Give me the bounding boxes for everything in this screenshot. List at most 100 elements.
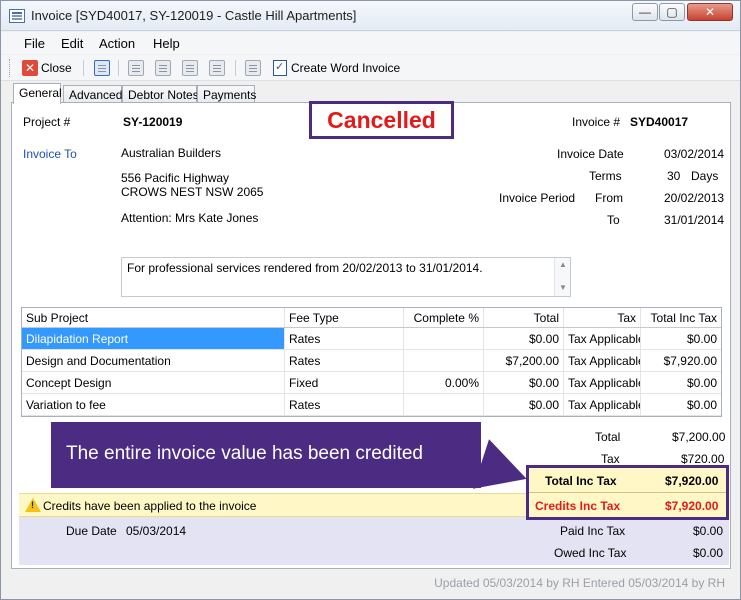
sub-project-grid: Sub Project Fee Type Complete % Total Ta… (21, 307, 722, 417)
complete-cell[interactable] (404, 350, 484, 371)
minimize-button[interactable]: — (632, 3, 658, 21)
due-date-value: 05/03/2014 (126, 524, 187, 538)
fee-type-cell[interactable]: Rates (285, 394, 404, 415)
due-date-label: Due Date (66, 524, 117, 538)
address-line-2: CROWS NEST NSW 2065 (121, 185, 264, 199)
tax-cell[interactable]: Tax Applicable (564, 350, 641, 371)
total-label: Total (595, 430, 621, 444)
credits-inc-tax-label: Credits Inc Tax (535, 499, 621, 513)
address-line-1: 556 Pacific Highway (121, 171, 230, 185)
terms-unit: Days (691, 169, 719, 183)
tax-label: Tax (601, 452, 620, 466)
total-cell[interactable]: $7,200.00 (484, 350, 564, 371)
fee-type-cell[interactable]: Fixed (285, 372, 404, 393)
complete-cell[interactable] (404, 328, 484, 349)
tax-value: $720.00 (681, 452, 725, 466)
column-header-fee-type[interactable]: Fee Type (285, 308, 404, 327)
column-header-complete[interactable]: Complete % (404, 308, 484, 327)
paid-inc-tax-value: $0.00 (693, 524, 724, 538)
report-detail-icon[interactable] (155, 60, 171, 76)
column-header-tax[interactable]: Tax (564, 308, 641, 327)
create-word-invoice-button[interactable]: Create Word Invoice (291, 61, 400, 75)
total-inc-tax-cell[interactable]: $7,920.00 (641, 350, 721, 371)
tab-general[interactable]: General (13, 83, 62, 104)
menu-help[interactable]: Help (153, 36, 180, 51)
column-header-total[interactable]: Total (484, 308, 564, 327)
total-inc-tax-cell[interactable]: $0.00 (641, 394, 721, 415)
period-to-label: To (607, 213, 620, 227)
toolbar-grip (9, 59, 12, 77)
tab-debtor-notes[interactable]: Debtor Notes (122, 85, 199, 103)
description-scrollbar[interactable]: ▲ ▼ (554, 258, 570, 296)
audit-status-text: Updated 05/03/2014 by RH Entered 05/03/2… (434, 576, 725, 590)
tab-advanced[interactable]: Advanced (63, 85, 122, 103)
toolbar-separator (118, 60, 119, 76)
menu-file[interactable]: File (24, 36, 45, 51)
complete-cell[interactable]: 0.00% (404, 372, 484, 393)
close-button[interactable]: Close (41, 61, 72, 75)
invoice-number-label: Invoice # (572, 115, 621, 129)
sub-project-cell[interactable]: Concept Design (22, 372, 285, 393)
owed-inc-tax-label: Owed Inc Tax (554, 546, 627, 560)
sub-project-cell[interactable]: Design and Documentation (22, 350, 285, 371)
window-close-button[interactable]: ✕ (687, 3, 733, 21)
credits-notice-text: Credits have been applied to the invoice (43, 499, 257, 513)
total-cell[interactable]: $0.00 (484, 394, 564, 415)
invoice-window: Invoice [SYD40017, SY-120019 - Castle Hi… (0, 0, 741, 600)
menu-edit[interactable]: Edit (61, 36, 83, 51)
column-header-sub-project[interactable]: Sub Project (22, 308, 285, 327)
description-textarea[interactable]: For professional services rendered from … (121, 257, 571, 297)
invoice-to-link[interactable]: Invoice To (23, 147, 77, 161)
table-row[interactable]: Design and Documentation Rates $7,200.00… (22, 350, 721, 372)
client-name: Australian Builders (121, 146, 222, 160)
column-header-total-inc-tax[interactable]: Total Inc Tax (641, 308, 721, 327)
total-cell[interactable]: $0.00 (484, 372, 564, 393)
table-icon[interactable] (94, 60, 110, 76)
project-number: SY-120019 (123, 115, 183, 129)
terms-label: Terms (589, 169, 622, 183)
maximize-button[interactable]: ▢ (659, 3, 685, 21)
table-row[interactable]: Dilapidation Report Rates $0.00 Tax Appl… (22, 328, 721, 350)
report-icon[interactable] (128, 60, 144, 76)
project-label: Project # (23, 115, 71, 129)
total-cell[interactable]: $0.00 (484, 328, 564, 349)
window-title: Invoice [SYD40017, SY-120019 - Castle Hi… (31, 8, 357, 23)
total-inc-tax-cell[interactable]: $0.00 (641, 328, 721, 349)
totals-divider (529, 492, 726, 493)
menu-bar: File Edit Action Help (1, 32, 740, 54)
table-row[interactable]: Concept Design Fixed 0.00% $0.00 Tax App… (22, 372, 721, 394)
close-icon[interactable]: ✕ (22, 60, 38, 76)
paid-inc-tax-label: Paid Inc Tax (560, 524, 626, 538)
sub-project-cell[interactable]: Variation to fee (22, 394, 285, 415)
total-inc-tax-cell[interactable]: $0.00 (641, 372, 721, 393)
attention-line: Attention: Mrs Kate Jones (121, 211, 259, 225)
credits-notice: ! Credits have been applied to the invoi… (19, 493, 529, 517)
scroll-up-icon[interactable]: ▲ (559, 260, 567, 269)
sub-project-cell[interactable]: Dilapidation Report (22, 328, 285, 349)
word-icon[interactable] (273, 60, 287, 76)
table-row[interactable]: Variation to fee Rates $0.00 Tax Applica… (22, 394, 721, 416)
period-from-value: 20/02/2013 (664, 191, 725, 205)
cancelled-status-badge: Cancelled (309, 101, 454, 139)
terms-value: 30 (667, 169, 681, 183)
toolbar: ✕ Close Create Word Invoice (1, 55, 740, 81)
period-from-label: From (595, 191, 623, 205)
complete-cell[interactable] (404, 394, 484, 415)
tax-cell[interactable]: Tax Applicable (564, 394, 641, 415)
total-inc-tax-label: Total Inc Tax (545, 474, 617, 488)
invoice-app-icon (9, 9, 25, 23)
tax-cell[interactable]: Tax Applicable (564, 372, 641, 393)
tax-cell[interactable]: Tax Applicable (564, 328, 641, 349)
fee-type-cell[interactable]: Rates (285, 350, 404, 371)
tab-payments[interactable]: Payments (197, 85, 256, 103)
print-icon[interactable] (209, 60, 225, 76)
attach-icon[interactable] (245, 60, 261, 76)
menu-action[interactable]: Action (99, 36, 135, 51)
total-value: $7,200.00 (672, 430, 726, 444)
edit-icon[interactable] (182, 60, 198, 76)
invoice-number: SYD40017 (630, 115, 689, 129)
owed-inc-tax-value: $0.00 (693, 546, 724, 560)
annotation-callout: The entire invoice value has been credit… (51, 422, 481, 488)
fee-type-cell[interactable]: Rates (285, 328, 404, 349)
scroll-down-icon[interactable]: ▼ (559, 283, 567, 292)
